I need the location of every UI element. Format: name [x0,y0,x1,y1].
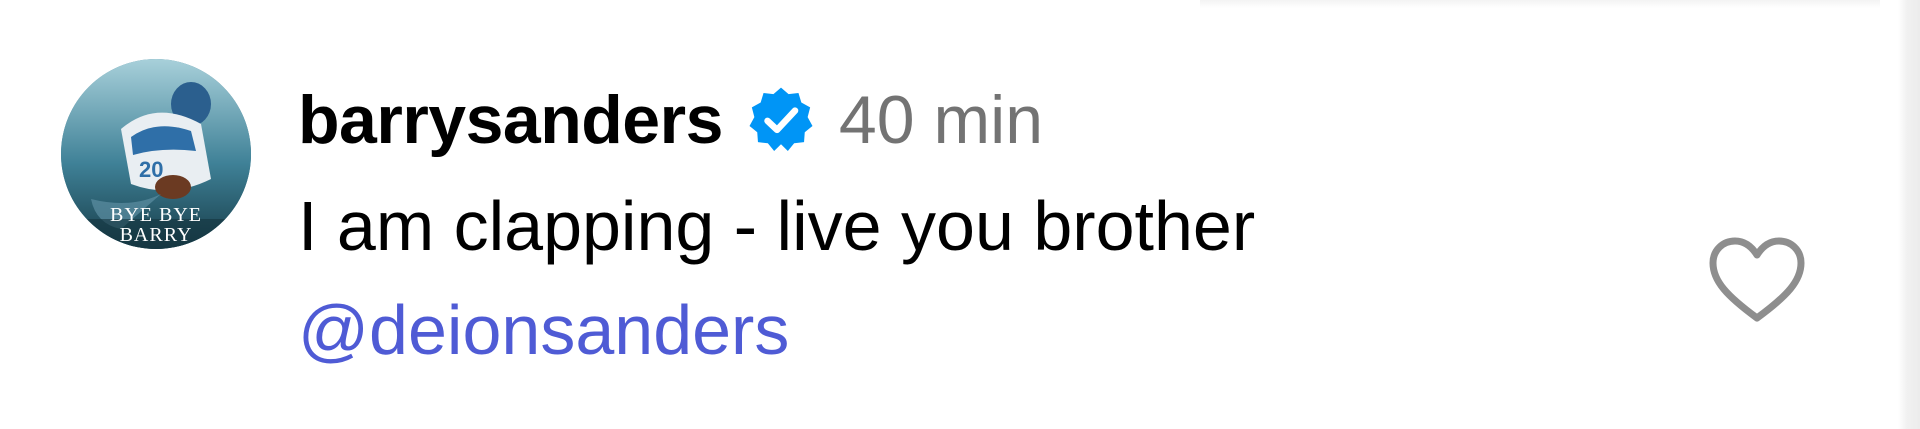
verified-badge-icon [745,84,817,156]
like-button[interactable] [1707,236,1807,326]
username-link[interactable]: barrysanders [298,81,723,159]
comment-timestamp[interactable]: 40 min [839,81,1043,159]
mention-link[interactable]: @deionsanders [298,278,789,382]
comment-panel: 20 BYE BYE BARRY barrysanders 40 min I a… [0,0,1920,429]
comment-header: barrysanders 40 min [298,78,1598,162]
avatar[interactable]: 20 BYE BYE BARRY [61,59,251,249]
svg-text:20: 20 [139,157,163,182]
heart-outline-icon [1709,237,1805,322]
comment-item: 20 BYE BYE BARRY barrysanders 40 min I a… [0,0,1898,429]
comment-body: barrysanders 40 min I am clapping - live… [298,78,1598,382]
comment-text: I am clapping - live you brother @deions… [298,174,1548,382]
scrollbar-track[interactable] [1898,0,1920,429]
avatar-caption: BYE BYE BARRY [110,204,202,246]
comment-text-content: I am clapping - live you brother [298,187,1256,265]
